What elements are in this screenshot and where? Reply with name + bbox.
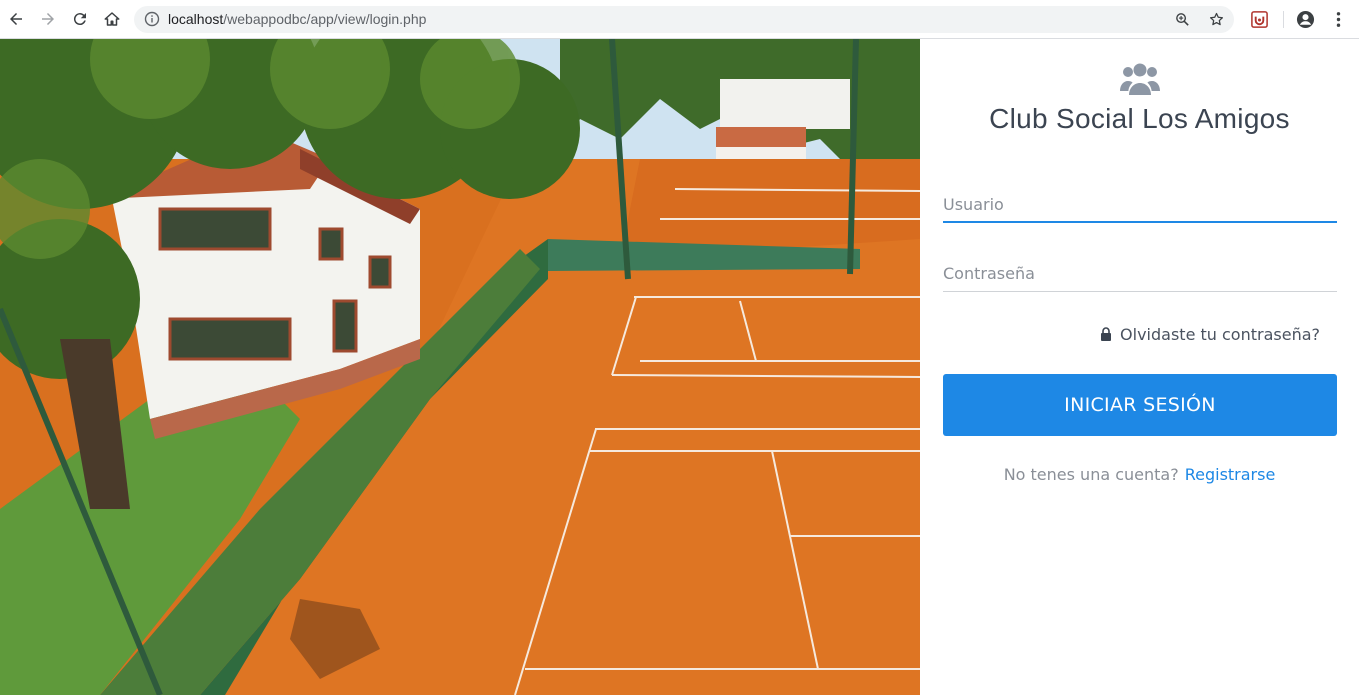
browser-toolbar: localhost/webappodbc/app/view/login.php — [0, 0, 1359, 39]
forgot-password-link[interactable]: Olvidaste tu contraseña? — [1080, 323, 1320, 345]
tennis-club-photo — [0, 39, 920, 695]
extension-icon[interactable] — [1250, 10, 1269, 29]
signup-prompt: No tenes una cuenta? — [1003, 465, 1179, 484]
zoom-icon[interactable] — [1174, 11, 1191, 28]
login-panel: Club Social Los Amigos Olvidaste tu cont… — [920, 39, 1359, 695]
address-bar[interactable]: localhost/webappodbc/app/view/login.php — [134, 6, 1234, 33]
home-icon[interactable] — [101, 8, 123, 30]
signup-link[interactable]: Registrarse — [1185, 465, 1276, 484]
users-icon — [1120, 63, 1160, 95]
url-text[interactable]: localhost/webappodbc/app/view/login.php — [168, 11, 426, 27]
username-input[interactable] — [943, 187, 1337, 223]
reload-icon[interactable] — [69, 8, 91, 30]
menu-icon[interactable] — [1329, 10, 1348, 29]
club-title: Club Social Los Amigos — [989, 103, 1290, 134]
forward-icon[interactable] — [37, 8, 59, 30]
toolbar-divider — [1283, 11, 1284, 28]
profile-icon[interactable] — [1296, 10, 1315, 29]
url-path: /webappodbc/app/view/login.php — [223, 11, 427, 27]
back-icon[interactable] — [5, 8, 27, 30]
signup-row: No tenes una cuenta? Registrarse — [920, 465, 1359, 484]
password-input[interactable] — [943, 256, 1337, 292]
lock-icon — [1101, 327, 1112, 341]
star-icon[interactable] — [1208, 11, 1225, 28]
url-host: localhost — [168, 11, 224, 27]
info-icon[interactable] — [144, 11, 160, 27]
forgot-password-label: Olvidaste tu contraseña? — [1120, 324, 1320, 344]
login-button[interactable]: INICIAR SESIÓN — [943, 374, 1337, 436]
